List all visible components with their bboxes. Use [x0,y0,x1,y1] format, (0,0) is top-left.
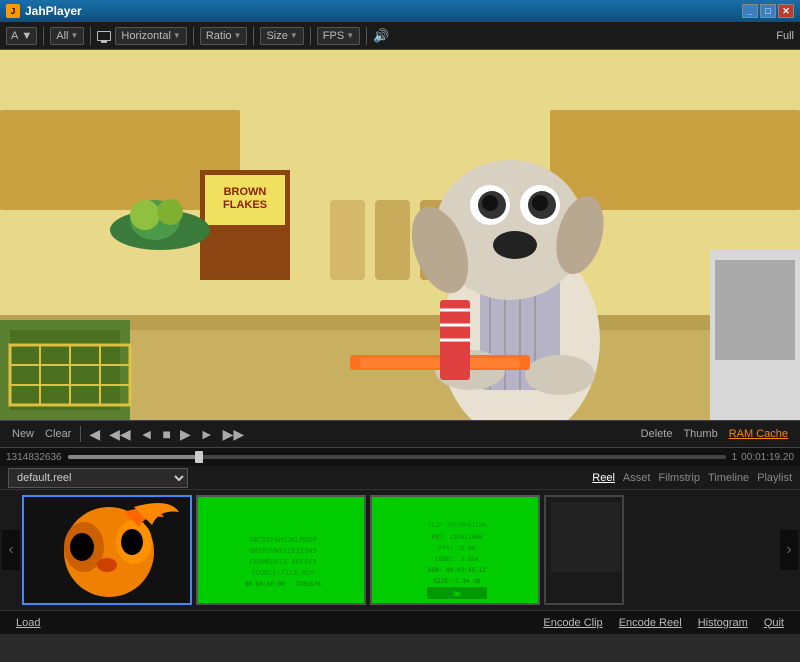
svg-text:RES: 1920x1080: RES: 1920x1080 [432,534,483,541]
thumb-1-canvas [24,497,192,605]
maximize-button[interactable]: □ [760,4,776,18]
scrubber-track[interactable] [68,455,726,459]
svg-text:DUR: 00:03:45.12: DUR: 00:03:45.12 [428,567,486,574]
toolbar-sep-3 [193,27,194,45]
frame-number: 1314832636 [6,452,62,463]
size-dropdown[interactable]: Size ▼ [260,27,303,45]
reel-select[interactable]: default.reel [8,468,188,488]
tab-asset[interactable]: Asset [623,470,651,486]
thumbnail-strip: ‹ ABCDEFGHIJKLMNOP QRSTUVWXYZ012345 FRAM… [0,490,800,610]
fps-dropdown[interactable]: FPS ▼ [317,27,360,45]
volume-icon[interactable]: 🔊 [373,28,389,44]
load-button[interactable]: Load [8,617,48,629]
svg-text:00:00:00:00 - 720x576: 00:00:00:00 - 720x576 [245,581,321,588]
timecode: 00:01:19.20 [741,452,794,463]
encode-reel-button[interactable]: Encode Reel [611,617,690,629]
video-area: BROWN FLAKES [0,50,800,420]
app-icon: J [6,4,20,18]
step-number: 1 [732,452,738,463]
svg-text:SIZE: 2.34 GB: SIZE: 2.34 GB [434,578,481,585]
svg-text:CODEC: H.264: CODEC: H.264 [435,556,479,563]
svg-text:OK: OK [453,591,461,598]
clear-button[interactable]: Clear [41,428,75,440]
fast-fwd-button[interactable]: ▶▶ [220,426,248,443]
delete-button[interactable]: Delete [637,428,677,440]
thumbnail-4[interactable] [544,495,624,605]
svg-text:FPS: 25.00: FPS: 25.00 [439,545,476,552]
size-arrow: ▼ [290,31,298,40]
ratio-label: Ratio [206,30,232,42]
quit-button[interactable]: Quit [756,617,792,629]
toolbar-sep-2 [90,27,91,45]
full-button[interactable]: Full [776,30,794,42]
play-button[interactable]: ▶ [177,426,194,443]
horizontal-label: Horizontal [121,30,171,42]
svg-text:ABCDEFGHIJKLMNOP: ABCDEFGHIJKLMNOP [249,536,316,544]
svg-text:BROWN: BROWN [224,186,267,198]
tab-reel[interactable]: Reel [592,470,615,486]
thumbnail-3[interactable]: CLIP INFORMATION RES: 1920x1080 FPS: 25.… [370,495,540,605]
all-label: All [56,30,68,42]
a-label: A [11,30,18,42]
tab-playlist[interactable]: Playlist [757,470,792,486]
tab-filmstrip[interactable]: Filmstrip [658,470,700,486]
step-fwd-button[interactable]: ► [197,426,217,442]
scrubber-fill [68,455,200,459]
strip-nav-left[interactable]: ‹ [2,530,20,570]
encode-clip-button[interactable]: Encode Clip [535,617,610,629]
toolbar-sep-4 [253,27,254,45]
a-arrow: ▼ [21,30,32,42]
svg-text:CLIP INFORMATION: CLIP INFORMATION [428,522,486,529]
controls-bar: New Clear ◀ ◀◀ ◄ ■ ▶ ► ▶▶ Delete Thumb R… [0,420,800,448]
all-dropdown[interactable]: All ▼ [50,27,84,45]
thumbnail-1[interactable] [22,495,192,605]
svg-text:FRAMEDATA BUFFER: FRAMEDATA BUFFER [249,558,317,566]
thumb-4-canvas [546,497,624,605]
strip-nav-right[interactable]: › [780,530,798,570]
toolbar-sep-5 [310,27,311,45]
rewind-button[interactable]: ◀◀ [106,426,134,443]
app-title: JahPlayer [25,4,742,18]
video-frame: BROWN FLAKES [0,50,800,420]
ram-cache-button[interactable]: RAM Cache [725,428,792,440]
toolbar-sep-6 [366,27,367,45]
scrubber-handle[interactable] [195,451,203,463]
horizontal-dropdown[interactable]: Horizontal ▼ [115,27,186,45]
ctrl-sep-1 [80,426,81,442]
tab-timeline[interactable]: Timeline [708,470,749,486]
ratio-dropdown[interactable]: Ratio ▼ [200,27,248,45]
prev-frame-button[interactable]: ◀ [86,426,103,443]
close-button[interactable]: ✕ [778,4,794,18]
size-label: Size [266,30,287,42]
toolbar: A ▼ All ▼ Horizontal ▼ Ratio ▼ Size ▼ FP… [0,22,800,50]
fps-arrow: ▼ [346,31,354,40]
thumb-3-canvas: CLIP INFORMATION RES: 1920x1080 FPS: 25.… [372,497,540,605]
step-back-button[interactable]: ◄ [137,426,157,442]
window-controls: _ □ ✕ [742,4,794,18]
thumb-button[interactable]: Thumb [679,428,721,440]
svg-text:FLAKES: FLAKES [223,199,267,211]
scrubber-bar: 1314832636 1 00:01:19.20 [0,448,800,466]
new-button[interactable]: New [8,428,38,440]
monitor-icon [97,31,111,41]
stop-button[interactable]: ■ [160,426,174,442]
horizontal-arrow: ▼ [173,31,181,40]
histogram-button[interactable]: Histogram [690,617,756,629]
fps-label: FPS [323,30,344,42]
svg-text:QRSTUVWXYZ012345: QRSTUVWXYZ012345 [249,547,316,555]
ratio-arrow: ▼ [234,31,242,40]
a-dropdown[interactable]: A ▼ [6,27,37,45]
thumb-2-canvas: ABCDEFGHIJKLMNOP QRSTUVWXYZ012345 FRAMED… [198,497,366,605]
minimize-button[interactable]: _ [742,4,758,18]
toolbar-sep-1 [43,27,44,45]
reel-tabs: Reel Asset Filmstrip Timeline Playlist [592,470,792,486]
title-bar: J JahPlayer _ □ ✕ [0,0,800,22]
bottom-bar: Load Encode Clip Encode Reel Histogram Q… [0,610,800,634]
thumbnail-2[interactable]: ABCDEFGHIJKLMNOP QRSTUVWXYZ012345 FRAMED… [196,495,366,605]
reel-bar: default.reel Reel Asset Filmstrip Timeli… [0,466,800,490]
all-arrow: ▼ [70,31,78,40]
svg-text:SOURCE:FILE.MOV: SOURCE:FILE.MOV [251,569,315,577]
